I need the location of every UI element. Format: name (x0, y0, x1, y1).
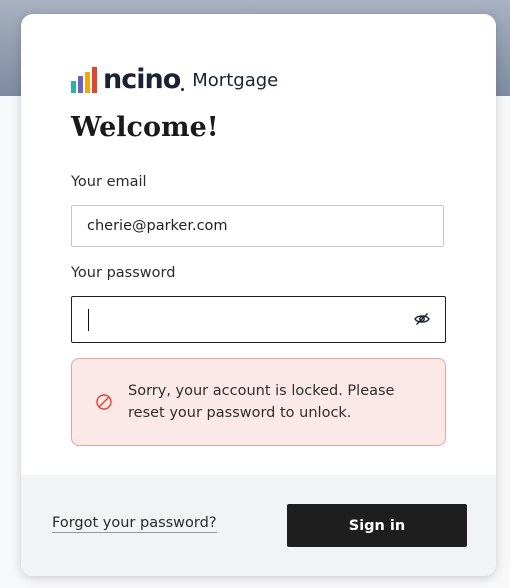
prohibited-icon (95, 393, 113, 411)
password-field[interactable] (71, 296, 446, 343)
logo-bar (71, 81, 76, 93)
email-field[interactable]: cherie@parker.com (71, 205, 444, 247)
logo-bar (92, 67, 97, 93)
alert-message: Sorry, your account is locked. Please re… (128, 383, 395, 421)
sign-in-button[interactable]: Sign in (287, 504, 467, 547)
logo-bars-icon (71, 67, 97, 93)
text-caret (88, 308, 89, 331)
logo-bar (78, 76, 83, 93)
logo-bar (85, 72, 90, 93)
login-card: ncino Mortgage Welcome! Your email cheri… (21, 14, 496, 576)
login-form: ncino Mortgage Welcome! Your email cheri… (21, 14, 496, 475)
product-name: Mortgage (192, 70, 279, 91)
forgot-password-link[interactable]: Forgot your password? (52, 515, 217, 533)
logo-wordmark: ncino (103, 64, 181, 95)
logo-dot (181, 88, 185, 91)
email-value: cherie@parker.com (87, 218, 228, 234)
email-label: Your email (71, 174, 147, 190)
password-label: Your password (71, 265, 176, 281)
eye-slash-icon[interactable] (413, 310, 431, 328)
ncino-logo: ncino Mortgage (71, 63, 278, 93)
card-footer: Forgot your password? Sign in (21, 475, 496, 576)
welcome-heading: Welcome! (71, 112, 219, 143)
account-locked-alert: Sorry, your account is locked. Please re… (71, 358, 446, 446)
